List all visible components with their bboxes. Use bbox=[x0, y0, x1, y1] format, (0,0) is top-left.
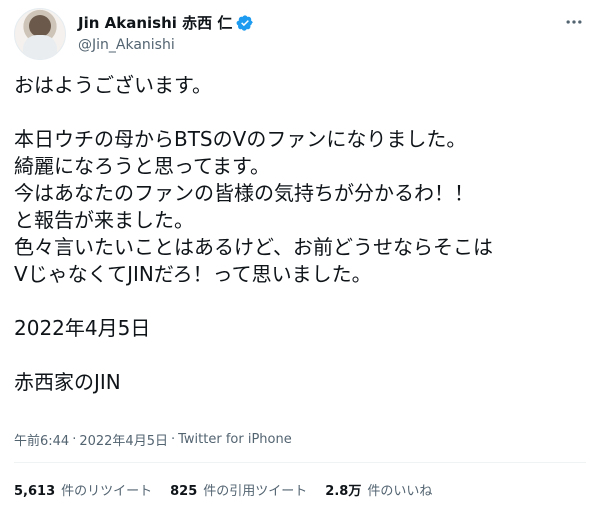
tweet-time[interactable]: 午前6:44 bbox=[14, 430, 69, 449]
meta-separator: · bbox=[170, 432, 176, 447]
quotes-count: 825 bbox=[170, 484, 198, 499]
quotes-label: 件の引用ツイート bbox=[203, 484, 308, 499]
retweets-count: 5,613 bbox=[14, 484, 56, 499]
tweet-text: おはようございます。 本日ウチの母からBTSのVのファンになりました。 綺麗にな… bbox=[14, 72, 586, 396]
tweet-line: VじゃなくてJINだろ！って思いました。 bbox=[14, 262, 372, 286]
tweet-line: 赤西家のJIN bbox=[14, 370, 121, 394]
tweet-line: 本日ウチの母からBTSのVのファンになりました。 bbox=[14, 127, 467, 151]
likes-count: 2.8万 bbox=[325, 484, 362, 499]
more-options-button[interactable] bbox=[562, 10, 586, 34]
meta-separator: · bbox=[72, 432, 77, 447]
tweet-line: 今はあなたのファンの皆様の気持ちが分かるわ！！ bbox=[14, 181, 474, 205]
tweet-line: 2022年4月5日 bbox=[14, 316, 151, 340]
tweet-source[interactable]: Twitter for iPhone bbox=[178, 432, 292, 447]
name-row: Jin Akanishi 赤西 仁 bbox=[78, 14, 254, 32]
quotes-stat[interactable]: 825 件の引用ツイート bbox=[170, 480, 307, 499]
user-handle[interactable]: @Jin_Akanishi bbox=[78, 37, 175, 53]
divider bbox=[14, 462, 586, 463]
tweet-line: と報告が来ました。 bbox=[14, 208, 194, 232]
tweet-header: Jin Akanishi 赤西 仁 @Jin_Akanishi bbox=[14, 8, 586, 60]
tweet-date[interactable]: 2022年4月5日 bbox=[79, 430, 168, 449]
retweets-stat[interactable]: 5,613 件のリツイート bbox=[14, 480, 152, 499]
avatar[interactable] bbox=[14, 8, 66, 60]
tweet-meta: 午前6:44 · 2022年4月5日 · Twitter for iPhone bbox=[14, 430, 292, 449]
likes-label: 件のいいね bbox=[367, 484, 433, 499]
tweet-line: 綺麗になろうと思ってます。 bbox=[14, 154, 270, 178]
tweet-line: 色々言いたいことはあるけど、お前どうせならそこは bbox=[14, 235, 493, 259]
likes-stat[interactable]: 2.8万 件のいいね bbox=[325, 480, 432, 499]
more-horizontal-icon bbox=[566, 20, 582, 24]
retweets-label: 件のリツイート bbox=[61, 484, 153, 499]
tweet-stats: 5,613 件のリツイート 825 件の引用ツイート 2.8万 件のいいね bbox=[14, 480, 432, 499]
verified-badge-icon bbox=[236, 15, 254, 31]
display-name[interactable]: Jin Akanishi 赤西 仁 bbox=[78, 14, 232, 32]
tweet-line: おはようございます。 bbox=[14, 73, 212, 97]
